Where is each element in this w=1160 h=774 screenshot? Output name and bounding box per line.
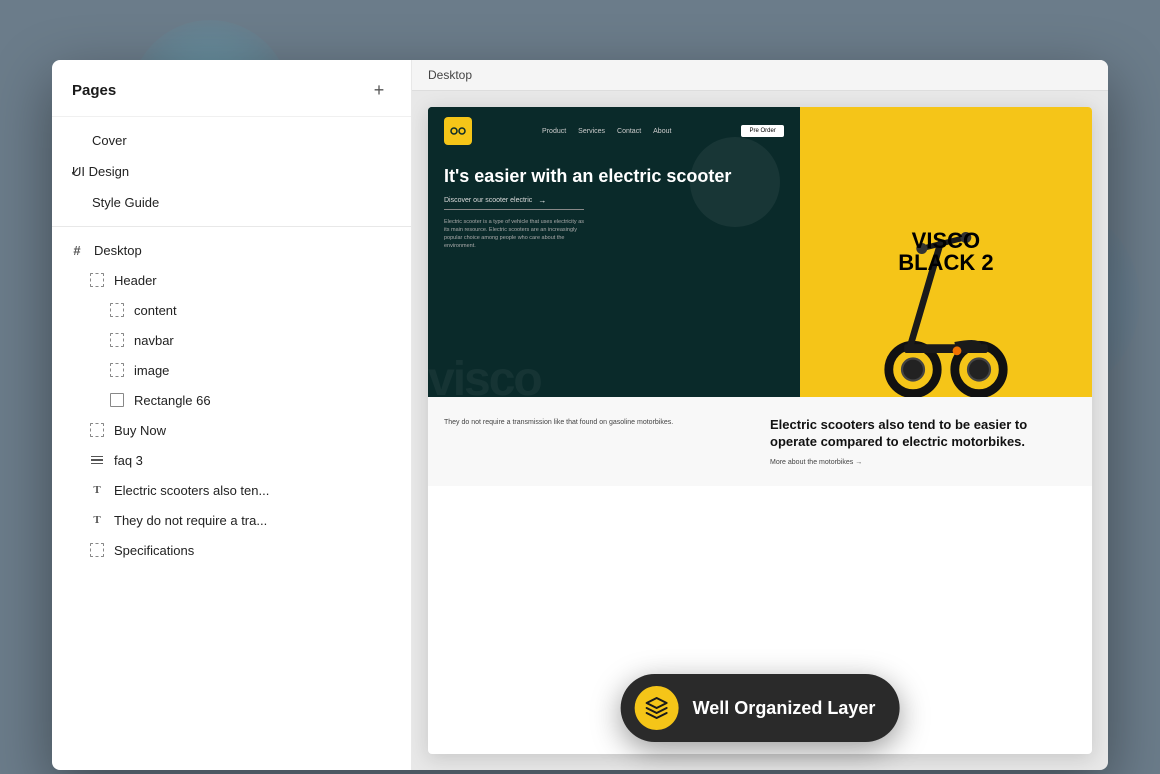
more-motorbikes-link: More about the motorbikes →	[770, 459, 1076, 466]
frame-solid-icon	[108, 391, 126, 409]
lower-section: They do not require a transmission like …	[428, 397, 1092, 486]
layer-buy-now[interactable]: Buy Now	[52, 415, 411, 445]
layer-specifications[interactable]: Specifications	[52, 535, 411, 565]
hero-content: It's easier with an electric scooter Dis…	[428, 155, 800, 261]
frame-dashed-icon-4	[108, 361, 126, 379]
page-item-cover[interactable]: Cover	[52, 125, 411, 156]
layer-electric-text[interactable]: T Electric scooters also ten...	[52, 475, 411, 505]
layer-content[interactable]: content	[52, 295, 411, 325]
layer-image[interactable]: image	[52, 355, 411, 385]
frame-dashed-icon-3	[108, 331, 126, 349]
frame-dashed-icon	[88, 271, 106, 289]
layer-header[interactable]: Header	[52, 265, 411, 295]
canvas-label: Desktop	[428, 68, 472, 82]
lower-left: They do not require a transmission like …	[444, 417, 750, 466]
visco-bg-text: visco	[428, 352, 541, 397]
add-page-button[interactable]: +	[367, 78, 391, 102]
frame-dashed-icon-5	[88, 421, 106, 439]
page-item-ui-design[interactable]: ✓ UI Design	[52, 156, 411, 187]
nav-link-product: Product	[542, 128, 566, 135]
text-icon: T	[88, 481, 106, 499]
hero-discover: Discover our scooter electric →	[444, 196, 584, 210]
hero-section: Product Services Contact About Pre Order…	[428, 107, 1092, 397]
main-content: Desktop	[412, 60, 1108, 770]
nav-link-about: About	[653, 128, 671, 135]
layer-they-text[interactable]: T They do not require a tra...	[52, 505, 411, 535]
sidebar: Pages + Cover ✓ UI Design Style Guide #	[52, 60, 412, 770]
active-check-icon: ✓	[70, 164, 81, 180]
layers-tree: # Desktop Header content	[52, 227, 411, 770]
toast-icon	[635, 686, 679, 730]
frame-dashed-icon-6	[88, 541, 106, 559]
hero-description: Electric scooter is a type of vehicle th…	[444, 218, 584, 251]
hash-icon: #	[68, 241, 86, 259]
frame-dashed-icon-2	[108, 301, 126, 319]
layer-desktop[interactable]: # Desktop	[52, 235, 411, 265]
lower-right: Electric scooters also tend to be easier…	[770, 417, 1076, 466]
pages-section-title: Pages	[72, 82, 116, 99]
website-preview: Product Services Contact About Pre Order…	[428, 107, 1092, 754]
site-nav-links: Product Services Contact About	[542, 128, 671, 135]
nav-link-contact: Contact	[617, 128, 641, 135]
toast-overlay: Well Organized Layer	[621, 674, 900, 742]
hero-right: VISCOBLACK 2	[800, 107, 1092, 397]
site-logo	[444, 117, 472, 145]
app-container: Pages + Cover ✓ UI Design Style Guide #	[52, 60, 1108, 770]
layer-navbar[interactable]: navbar	[52, 325, 411, 355]
sidebar-header: Pages +	[52, 60, 411, 117]
pages-list: Cover ✓ UI Design Style Guide	[52, 117, 411, 227]
brand-title: VISCOBLACK 2	[898, 230, 993, 274]
text-icon-2: T	[88, 511, 106, 529]
layer-rectangle66[interactable]: Rectangle 66	[52, 385, 411, 415]
scooter-image	[866, 177, 1026, 397]
nav-link-services: Services	[578, 128, 605, 135]
lower-left-text: They do not require a transmission like …	[444, 417, 750, 428]
page-item-style-guide[interactable]: Style Guide	[52, 187, 411, 218]
canvas-header: Desktop	[412, 60, 1108, 91]
preorder-button: Pre Order	[741, 125, 783, 137]
toast-label: Well Organized Layer	[693, 698, 876, 719]
bars-icon	[88, 451, 106, 469]
canvas-area[interactable]: Product Services Contact About Pre Order…	[412, 91, 1108, 770]
hero-left: Product Services Contact About Pre Order…	[428, 107, 800, 397]
layer-faq3[interactable]: faq 3	[52, 445, 411, 475]
lower-right-title: Electric scooters also tend to be easier…	[770, 417, 1076, 451]
hero-title: It's easier with an electric scooter	[444, 165, 784, 188]
